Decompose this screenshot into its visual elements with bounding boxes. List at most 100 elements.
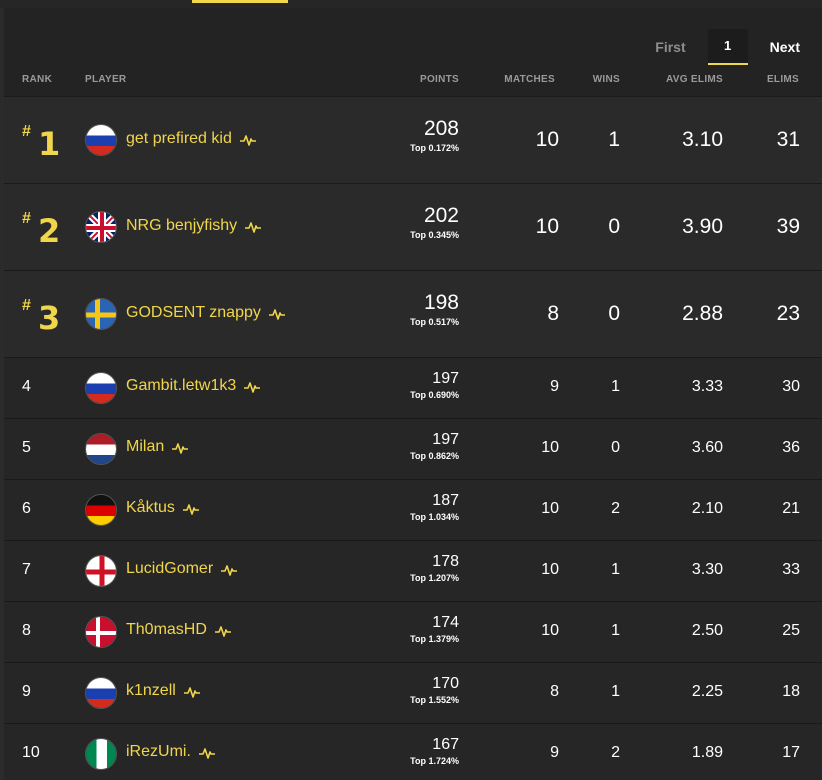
flag-germany-icon [85, 494, 117, 526]
activity-pulse-icon[interactable] [198, 746, 216, 759]
matches-value: 10 [535, 215, 559, 238]
wins-value: 0 [608, 215, 620, 238]
wins-value: 2 [611, 744, 620, 761]
activity-pulse-icon[interactable] [243, 380, 262, 393]
player-name-link[interactable]: GODSENT znappy [126, 304, 286, 322]
points-cell: 202 Top 0.345% [410, 204, 459, 240]
header-elims[interactable]: ELIMS [767, 74, 799, 85]
avg-elims-value: 3.60 [691, 439, 723, 456]
avg-elims-value: 2.25 [691, 683, 723, 700]
table-row[interactable]: 7 LucidGomer 178 Top 1.207% 10 1 3.30 33 [4, 540, 822, 601]
header-avg-elims[interactable]: AVG ELIMS [666, 74, 723, 85]
header-rank[interactable]: RANK [22, 74, 52, 85]
matches-value: 10 [535, 128, 559, 151]
player-name-link[interactable]: Milan [126, 438, 190, 456]
table-row[interactable]: 6 Kåktus 187 Top 1.034% 10 2 2.10 21 [4, 479, 822, 540]
points-cell: 198 Top 0.517% [410, 291, 459, 327]
flag-denmark-icon [85, 616, 117, 648]
table-header: RANK PLAYER POINTS MATCHES WINS AVG ELIM… [4, 68, 822, 96]
elims-value: 21 [782, 500, 800, 517]
pagination-page-current[interactable]: 1 [707, 29, 748, 65]
rank-hash-icon: # [22, 123, 31, 140]
table-row[interactable]: 8 Th0masHD 174 Top 1.379% 10 1 2.50 25 [4, 601, 822, 662]
header-player[interactable]: PLAYER [85, 74, 126, 85]
player-name-link[interactable]: Gambit.letw1k3 [126, 377, 262, 395]
elims-value: 30 [782, 378, 800, 395]
points-value: 197 [432, 431, 459, 448]
points-cell: 208 Top 0.172% [410, 117, 459, 153]
matches-value: 8 [550, 683, 559, 700]
points-cell: 187 Top 1.034% [410, 492, 459, 522]
flag-nigeria-icon [85, 738, 117, 770]
avg-elims-value: 3.10 [682, 128, 723, 151]
points-top-percent: Top 0.690% [410, 390, 459, 400]
activity-pulse-icon[interactable] [214, 624, 232, 637]
elims-value: 36 [782, 439, 800, 456]
player-name-link[interactable]: Th0masHD [126, 621, 232, 639]
table-row[interactable]: #1 get prefired kid 208 Top 0.172% 10 1 3.10 31 [4, 96, 822, 183]
elims-value: 33 [782, 561, 800, 578]
player-name: Th0masHD [126, 621, 207, 638]
player-name-link[interactable]: Kåktus [126, 499, 200, 517]
points-cell: 197 Top 0.690% [410, 370, 459, 400]
player-name-link[interactable]: LucidGomer [126, 560, 238, 578]
player-name-link[interactable]: get prefired kid [126, 130, 257, 148]
leaderboard-rows: #1 get prefired kid 208 Top 0.172% 10 1 3.10 31… [4, 96, 822, 780]
matches-value: 10 [541, 622, 559, 639]
activity-pulse-icon[interactable] [244, 220, 262, 233]
player-name-link[interactable]: NRG benjyfishy [126, 217, 262, 235]
points-value: 208 [423, 117, 459, 140]
flag-sweden-icon [85, 298, 117, 330]
activity-pulse-icon[interactable] [268, 307, 286, 320]
table-row[interactable]: #2 NRG benjyfishy 202 Top 0.345% 10 0 3.90 39 [4, 183, 822, 270]
header-points[interactable]: POINTS [420, 74, 459, 85]
player-name: Gambit.letw1k3 [126, 377, 237, 394]
table-row[interactable]: 10 iRezUmi. 167 Top 1.724% 9 2 1.89 17 [4, 723, 822, 780]
points-top-percent: Top 0.345% [410, 230, 459, 240]
table-row[interactable]: 4 Gambit.letw1k3 197 Top 0.690% 9 1 3.33 30 [4, 357, 822, 418]
player-name: LucidGomer [126, 560, 214, 577]
avg-elims-value: 3.90 [682, 215, 723, 238]
table-row[interactable]: 5 Milan 197 Top 0.862% 10 0 3.60 36 [4, 418, 822, 479]
flag-russia-icon [85, 124, 117, 156]
elims-value: 31 [776, 128, 800, 151]
wins-value: 1 [611, 683, 620, 700]
activity-pulse-icon[interactable] [182, 502, 200, 515]
elims-value: 39 [776, 215, 800, 238]
activity-pulse-icon[interactable] [171, 441, 190, 454]
table-row[interactable]: #3 GODSENT znappy 198 Top 0.517% 8 0 2.88 23 [4, 270, 822, 357]
player-name-link[interactable]: iRezUmi. [126, 743, 216, 761]
rank-value: 3 [38, 299, 61, 337]
matches-value: 9 [550, 744, 559, 761]
rank-value: 9 [22, 683, 31, 700]
points-top-percent: Top 0.172% [410, 143, 459, 153]
points-top-percent: Top 1.034% [410, 512, 459, 522]
table-row[interactable]: 9 k1nzell 170 Top 1.552% 8 1 2.25 18 [4, 662, 822, 723]
points-value: 197 [432, 370, 459, 387]
player-name: NRG benjyfishy [126, 217, 238, 234]
player-name-link[interactable]: k1nzell [126, 682, 201, 700]
rank-hash-icon: # [22, 297, 31, 314]
points-top-percent: Top 1.379% [410, 634, 459, 644]
matches-value: 10 [541, 500, 559, 517]
elims-value: 23 [776, 302, 800, 325]
flag-netherlands-icon [85, 433, 117, 465]
rank-hash-icon: # [22, 210, 31, 227]
player-name: Milan [126, 438, 165, 455]
leaderboard-panel: First 1 Next RANK PLAYER POINTS MATCHES … [4, 8, 822, 780]
header-wins[interactable]: WINS [593, 74, 620, 85]
player-name: k1nzell [126, 682, 176, 699]
points-top-percent: Top 0.517% [410, 317, 459, 327]
wins-value: 1 [608, 128, 620, 151]
rank-badge: #1 [22, 123, 62, 163]
pagination-next-button[interactable]: Next [770, 30, 800, 64]
rank-badge: #2 [22, 210, 62, 250]
pagination-first-button[interactable]: First [655, 30, 685, 64]
activity-pulse-icon[interactable] [220, 563, 238, 576]
header-matches[interactable]: MATCHES [504, 74, 555, 85]
activity-pulse-icon[interactable] [239, 133, 257, 146]
activity-pulse-icon[interactable] [183, 685, 201, 698]
rank-value: 8 [22, 622, 31, 639]
rank-value: 5 [22, 439, 31, 456]
points-value: 178 [432, 553, 459, 570]
